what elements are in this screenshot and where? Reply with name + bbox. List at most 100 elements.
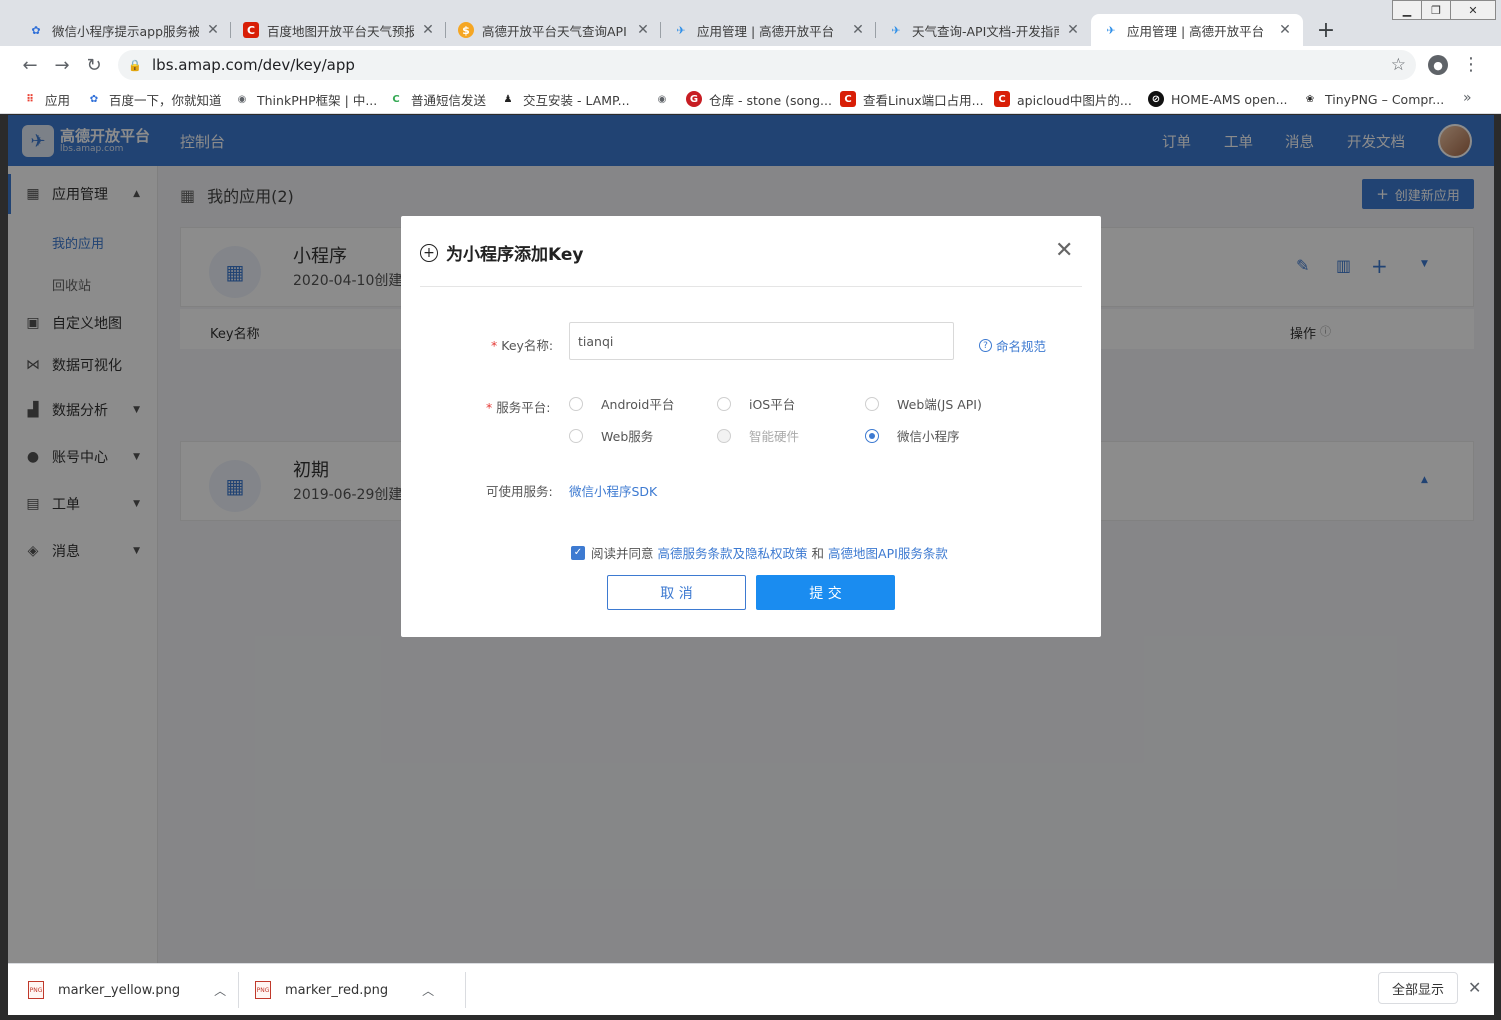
chrome-c-icon: C [392,93,400,105]
download-shelf: PNG marker_yellow.png ︿ PNG marker_red.p… [8,963,1494,1015]
radio-web-js-api[interactable]: Web端(JS API) [865,394,982,413]
radio-smart-hardware: 智能硬件 [717,426,799,445]
browser-tab[interactable]: C 百度地图开放平台天气预报... ✕ [231,14,446,46]
csdn-c-icon: C [994,91,1010,107]
available-services-label: 可使用服务: [486,484,553,499]
browser-toolbar: ← → ↻ 🔒 lbs.amap.com/dev/key/app ☆ ● ⋮ [0,46,1501,84]
browser-tab[interactable]: ✈ 应用管理 | 高德开放平台 ✕ [661,14,876,46]
bookmark-item[interactable]: C 普通短信发送 [388,90,486,108]
download-separator [465,972,466,1008]
address-bar[interactable]: 🔒 lbs.amap.com/dev/key/app ☆ [118,50,1416,80]
radio-circle [717,396,731,411]
apps-grid-icon: ⠿ [26,93,34,105]
close-icon[interactable]: ✕ [1055,238,1073,263]
bookmark-item[interactable]: ⊘ HOME-AMS open... [1148,90,1288,108]
show-all-downloads-button[interactable]: 全部显示 [1378,972,1458,1004]
browser-tab[interactable]: ✈ 天气查询-API文档-开发指南 ✕ [876,14,1091,46]
tab-close-icon[interactable]: ✕ [205,22,221,38]
back-button[interactable]: ← [16,51,44,79]
browser-tab[interactable]: ✿ 微信小程序提示app服务被... ✕ [16,14,231,46]
globe-icon: ◉ [657,93,667,105]
bookmark-item[interactable]: C 查看Linux端口占用... [840,90,984,108]
chevron-up-icon[interactable]: ︿ [422,982,434,999]
key-name-label: * Key名称: [491,338,554,353]
tab-close-icon[interactable]: ✕ [420,22,436,38]
radio-circle [865,396,879,411]
bookmark-item[interactable]: ♟ 交互安装 - LAMP... [500,90,630,108]
bookmark-item[interactable]: G 仓库 - stone (song... [686,90,832,108]
bookmark-item[interactable]: ◉ ThinkPHP框架 | 中... [234,90,378,108]
radio-circle [717,428,731,443]
browser-tab-bar: ✿ 微信小程序提示app服务被... ✕ C 百度地图开放平台天气预报... ✕… [0,0,1501,46]
chevron-up-icon[interactable]: ︿ [214,982,226,999]
url-text: lbs.amap.com/dev/key/app [152,56,355,74]
required-asterisk: * [486,400,493,415]
kebab-menu-icon[interactable]: ⋮ [1462,54,1480,75]
png-file-icon: PNG [255,981,271,999]
png-file-icon: PNG [28,981,44,999]
maximize-button[interactable]: ❐ [1421,0,1451,20]
submit-button[interactable]: 提 交 [756,575,895,610]
baidu-paw-icon: ✿ [31,23,41,37]
agreement-row: ✓ 阅读并同意 高德服务条款及隐私权政策 和 高德地图API服务条款 [571,543,952,562]
amap-plane-icon: ✈ [891,23,901,37]
arrow-left-icon: ← [22,54,38,76]
add-key-modal: + 为小程序添加Key ✕ *Key名称: ? 命名规范 *服务平台: Andr… [401,216,1101,637]
radio-android[interactable]: Android平台 [569,394,674,413]
penguin-icon: ♟ [503,93,513,105]
amap-plane-icon: ✈ [676,23,686,37]
chevron-double-right-icon[interactable]: » [1463,90,1472,106]
terms-privacy-link[interactable]: 高德服务条款及隐私权政策 [658,543,808,562]
download-item[interactable]: PNG marker_yellow.png ︿ [28,964,226,1016]
download-item[interactable]: PNG marker_red.png ︿ [255,964,434,1016]
cancel-button[interactable]: 取 消 [607,575,746,610]
tab-close-icon[interactable]: ✕ [1277,22,1293,38]
reload-icon: ↻ [86,54,102,76]
wechat-sdk-link[interactable]: 微信小程序SDK [569,481,657,500]
lock-icon: 🔒 [128,58,142,72]
baidu-paw-icon: ✿ [89,93,99,105]
close-window-button[interactable]: ✕ [1450,0,1496,20]
browser-tab[interactable]: $ 高德开放平台天气查询API | ✕ [446,14,661,46]
new-tab-button[interactable]: + [1312,16,1340,44]
question-circle-icon: ? [979,339,992,352]
naming-rules-link[interactable]: ? 命名规范 [979,336,1046,355]
bookmark-apps[interactable]: ⠿ 应用 [22,90,70,108]
moneybag-icon: $ [458,22,474,38]
bookmarks-bar: ⠿ 应用 ✿ 百度一下，你就知道 ◉ ThinkPHP框架 | 中... C 普… [0,84,1501,114]
tab-close-icon[interactable]: ✕ [1065,22,1081,38]
forward-button[interactable]: → [48,51,76,79]
amap-plane-icon: ✈ [1106,23,1116,37]
panda-icon: ❀ [1305,93,1315,105]
bookmark-item[interactable]: C apicloud中图片的... [994,90,1132,108]
radio-circle [865,428,879,443]
amap-console-page: ✈ 高德开放平台 lbs.amap.com 控制台 订单 工单 消息 开发文档 … [8,115,1494,963]
tab-close-icon[interactable]: ✕ [635,22,651,38]
tab-close-icon[interactable]: ✕ [850,22,866,38]
agree-checkbox[interactable]: ✓ [571,545,585,560]
minimize-button[interactable]: ▁ [1392,0,1422,20]
bookmark-item[interactable]: ✿ 百度一下，你就知道 [86,90,222,108]
modal-title: + 为小程序添加Key [420,240,584,265]
radio-wechat-mini-program[interactable]: 微信小程序 [865,426,960,445]
api-terms-link[interactable]: 高德地图API服务条款 [828,543,948,562]
key-name-input[interactable] [569,322,954,360]
gitee-icon: G [686,91,702,107]
radio-ios[interactable]: iOS平台 [717,394,795,413]
globe-icon: ◉ [237,93,247,105]
csdn-c-icon: C [243,22,259,38]
csdn-c-icon: C [840,91,856,107]
modal-divider [420,286,1082,287]
plus-icon: + [1316,17,1336,43]
bookmark-star-icon[interactable]: ☆ [1391,55,1406,75]
restore-icon: ❐ [1431,3,1441,17]
profile-icon[interactable]: ● [1428,55,1448,75]
reload-button[interactable]: ↻ [80,51,108,79]
required-asterisk: * [491,338,498,353]
bookmark-item[interactable]: ❀ TinyPNG – Compr... [1302,90,1444,108]
bookmark-item[interactable]: ◉ [654,90,677,108]
radio-web-service[interactable]: Web服务 [569,426,653,445]
browser-tab-active[interactable]: ✈ 应用管理 | 高德开放平台 ✕ [1091,14,1303,46]
close-icon[interactable]: ✕ [1468,978,1481,997]
ams-icon: ⊘ [1148,91,1164,107]
